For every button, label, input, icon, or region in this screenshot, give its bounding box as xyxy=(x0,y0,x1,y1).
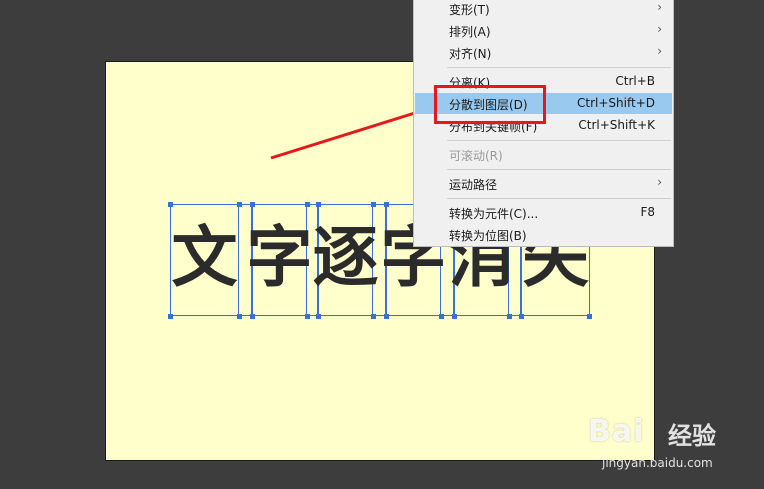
menu-item-arrange[interactable]: 排列(A) › xyxy=(415,20,672,41)
menu-separator xyxy=(447,198,671,199)
menu-item-convert-to-symbol[interactable]: 转换为元件(C)... F8 xyxy=(415,202,672,223)
chevron-right-icon: › xyxy=(657,0,662,14)
chevron-right-icon: › xyxy=(657,44,662,58)
menu-item-transform[interactable]: 变形(T) › xyxy=(415,0,672,19)
watermark-url: jingyan.baidu.com xyxy=(602,456,713,470)
chevron-right-icon: › xyxy=(657,22,662,36)
chevron-right-icon: › xyxy=(657,175,662,189)
watermark-logo: Bai xyxy=(588,414,645,449)
menu-item-label: 可滚动(R) xyxy=(449,149,503,163)
menu-item-shortcut: F8 xyxy=(640,205,655,219)
menu-separator xyxy=(447,67,671,68)
annotation-highlight-box xyxy=(434,85,546,124)
menu-item-shortcut: Ctrl+Shift+K xyxy=(578,118,655,132)
menu-item-convert-to-bitmap[interactable]: 转换为位图(B) xyxy=(415,224,672,245)
menu-separator xyxy=(447,169,671,170)
menu-item-shortcut: Ctrl+Shift+D xyxy=(577,96,655,110)
menu-item-label: 转换为元件(C)... xyxy=(449,207,539,221)
menu-item-label: 运动路径 xyxy=(449,178,498,192)
menu-item-motion-path[interactable]: 运动路径 › xyxy=(415,173,672,194)
menu-item-label: 转换为位图(B) xyxy=(449,229,527,243)
menu-item-label: 排列(A) xyxy=(449,25,491,39)
menu-item-align[interactable]: 对齐(N) › xyxy=(415,42,672,63)
watermark-logo-tail: 经验 xyxy=(668,422,716,450)
arrow-shaft xyxy=(270,110,419,160)
menu-separator xyxy=(447,140,671,141)
menu-item-scrollable: 可滚动(R) xyxy=(415,144,672,165)
menu-item-label: 对齐(N) xyxy=(449,47,492,61)
menu-item-label: 变形(T) xyxy=(449,3,490,17)
baidu-jingyan-watermark: Bai 经验 jingyan.baidu.com xyxy=(586,410,762,488)
menu-item-shortcut: Ctrl+B xyxy=(615,74,655,88)
